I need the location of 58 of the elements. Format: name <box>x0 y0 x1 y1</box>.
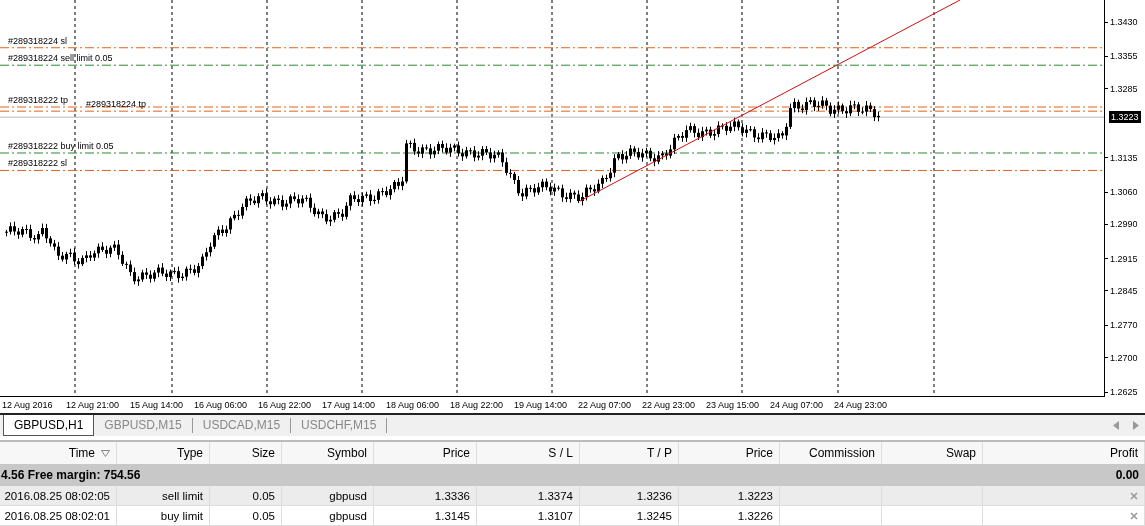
price-tick-label: 1.3430 <box>1110 17 1138 27</box>
close-icon[interactable] <box>1130 511 1138 520</box>
time-tick-label: 24 Aug 07:00 <box>770 399 825 410</box>
time-tick-label: 17 Aug 14:00 <box>322 399 377 410</box>
time-tick-label: 12 Aug 2016 <box>2 399 54 410</box>
table-cell: 0.05 <box>252 509 275 522</box>
table-cell: gbpusd <box>329 489 367 502</box>
table-cell: 1.3223 <box>737 489 773 502</box>
table-cell: sell limit <box>162 489 203 502</box>
time-tick-label: 16 Aug 06:00 <box>194 399 249 410</box>
table-cell: 2016.08.25 08:02:01 <box>4 509 110 522</box>
price-tick-label: 1.3060 <box>1110 187 1138 198</box>
price-tick-label: 1.2700 <box>1110 352 1138 363</box>
order-label: #289318224 tp <box>86 99 147 110</box>
table-cell: 1.3374 <box>537 489 573 502</box>
table-cell: gbpusd <box>329 509 367 522</box>
price-tick-label: 1.3135 <box>1110 152 1138 163</box>
sort-icon <box>101 449 110 457</box>
price-tick-label: 1.2915 <box>1110 253 1138 264</box>
close-icon[interactable] <box>1130 491 1138 500</box>
order-label: #289318224 sell limit 0.05 <box>8 53 113 64</box>
time-tick-label: 15 Aug 14:00 <box>130 399 185 410</box>
price-tick-label: 1.2845 <box>1110 285 1138 296</box>
price-tick-label: 1.2770 <box>1110 320 1138 331</box>
order-label: #289318222 buy limit 0.05 <box>8 141 114 151</box>
scroll-left-icon[interactable] <box>1113 420 1119 430</box>
time-tick-label: 22 Aug 07:00 <box>578 399 633 410</box>
chart-tab[interactable]: GBPUSD,H1 <box>3 414 95 436</box>
time-tick-label: 12 Aug 21:00 <box>66 399 121 410</box>
time-tick-label: 24 Aug 23:00 <box>834 399 889 410</box>
order-label: #289318222 tp <box>8 95 69 106</box>
order-label: #289318224 sl <box>8 35 68 46</box>
table-cell: 1.3245 <box>636 509 672 522</box>
time-tick-label: 23 Aug 15:00 <box>706 399 761 410</box>
time-tick-label: 19 Aug 14:00 <box>514 399 569 410</box>
time-tick-label: 16 Aug 22:00 <box>258 399 313 410</box>
time-tick-label: 22 Aug 23:00 <box>642 399 697 410</box>
table-cell: 0.05 <box>252 489 275 502</box>
time-tick-label: 18 Aug 22:00 <box>450 399 505 410</box>
time-tick-label: 18 Aug 06:00 <box>386 399 441 410</box>
summary-profit: 0.00 <box>1115 468 1139 482</box>
order-row[interactable]: 2016.08.25 08:02:01 buy limit 0.05 gbpusd 1.3145 1.3107 1.3245 1.3226 <box>0 506 1145 526</box>
price-tick-label: 1.3355 <box>1110 51 1138 62</box>
table-cell: 1.3226 <box>737 509 773 522</box>
order-label: #289318222 sl <box>8 158 68 169</box>
order-row[interactable]: 2016.08.25 08:02:05 sell limit 0.05 gbpusd 1.3336 1.3374 1.3236 1.3223 <box>0 486 1145 506</box>
scroll-right-icon[interactable] <box>1133 420 1139 430</box>
current-price-badge: 1.3223 <box>1109 111 1141 124</box>
price-tick-label: 1.2990 <box>1110 219 1138 230</box>
table-cell: buy limit <box>160 509 203 522</box>
price-tick-label: 1.2625 <box>1110 387 1138 397</box>
table-cell: 2016.08.25 08:02:05 <box>4 489 110 502</box>
price-tick-label: 1.3285 <box>1110 83 1138 94</box>
table-cell: 1.3145 <box>434 509 470 522</box>
table-cell: 1.3236 <box>636 489 672 502</box>
table-cell: 1.3107 <box>537 509 573 522</box>
table-cell: 1.3336 <box>434 489 470 502</box>
summary-text: 4.56 Free margin: 754.56 <box>1 468 141 482</box>
